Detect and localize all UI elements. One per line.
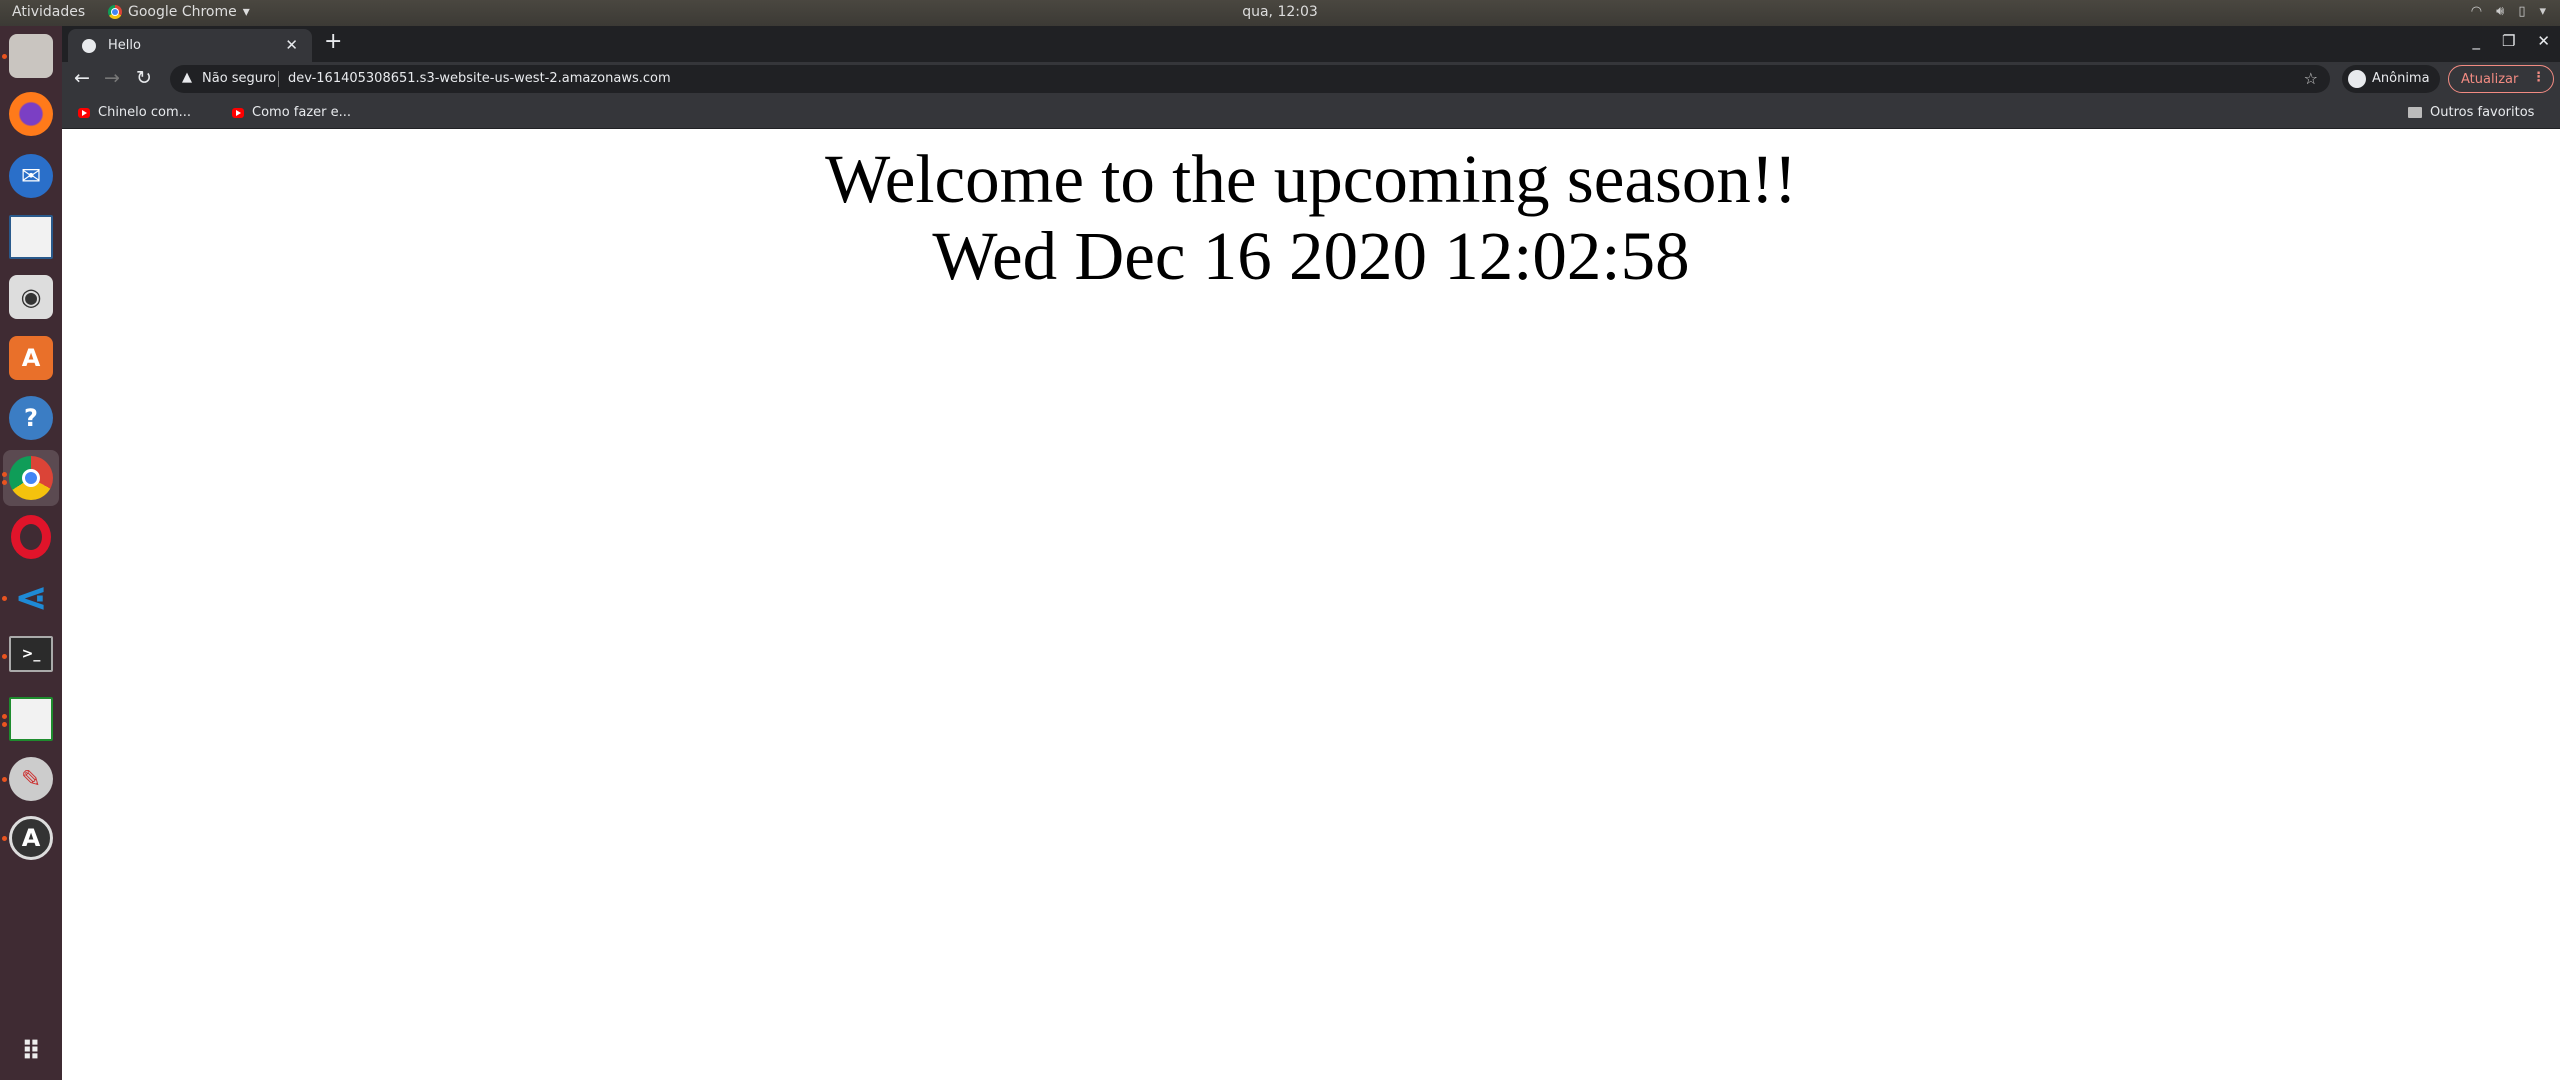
forward-icon[interactable]: → <box>104 67 120 89</box>
bookmark-label: Chinelo com... <box>98 105 192 120</box>
running-indicator <box>2 596 7 601</box>
tab-title: Hello <box>108 38 141 53</box>
bookmark-label: Como fazer e... <box>252 105 352 120</box>
chrome-icon <box>9 456 53 500</box>
system-tray[interactable]: ◠ 🔊︎ ▯ ▾ <box>2471 4 2546 19</box>
clock[interactable]: qua, 12:03 <box>1242 4 1318 20</box>
close-window-icon[interactable]: ✕ <box>2537 32 2550 50</box>
youtube-icon <box>232 107 244 118</box>
dock: ✉ ◉ A ? ⋖ >_ ✎ A ⠿ <box>0 26 62 1080</box>
bookmarks-bar: Chinelo com... Como fazer e... Outros fa… <box>62 96 2560 129</box>
globe-icon <box>82 39 96 53</box>
toolbar: ← → ↻ ▲ Não seguro dev-161405308651.s3-w… <box>62 62 2560 96</box>
settings-icon[interactable]: ✎ <box>9 757 53 801</box>
app-menu[interactable]: Google Chrome ▾ <box>108 4 250 20</box>
incognito-icon <box>2348 70 2366 88</box>
show-apps-icon[interactable]: ⠿ <box>9 1030 53 1074</box>
youtube-icon <box>78 107 90 118</box>
app-name: Google Chrome <box>128 4 237 20</box>
running-indicator <box>2 777 7 782</box>
chrome-icon <box>108 5 122 19</box>
browser-window: Hello ✕ + _ ❐ ✕ ← → ↻ ▲ Não seguro dev-161… <box>62 26 2560 129</box>
files-icon[interactable] <box>9 34 53 78</box>
warning-icon: ▲ <box>182 70 192 85</box>
help-icon[interactable]: ? <box>9 396 53 440</box>
bookmark-item[interactable]: Chinelo com... <box>78 105 191 120</box>
impress-icon[interactable] <box>9 215 53 259</box>
thunderbird-icon[interactable]: ✉ <box>9 154 53 198</box>
terminal-icon[interactable]: >_ <box>9 636 53 672</box>
battery-icon: ▯ <box>2518 4 2526 19</box>
update-label: Atualizar <box>2461 72 2519 87</box>
profile-label: Anônima <box>2372 71 2430 86</box>
address-bar[interactable]: ▲ Não seguro dev-161405308651.s3-website… <box>170 65 2330 93</box>
security-status[interactable]: Não seguro <box>202 71 276 86</box>
software-updater-icon[interactable]: A <box>9 816 53 860</box>
running-indicator <box>2 836 7 841</box>
date-text: Wed Dec 16 2020 12:02:58 <box>932 218 1690 294</box>
running-indicator <box>2 654 7 659</box>
update-button[interactable]: Atualizar ⋮ <box>2448 65 2554 93</box>
calc-icon[interactable] <box>9 697 53 741</box>
minimize-icon[interactable]: _ <box>2472 32 2480 50</box>
rhythmbox-icon[interactable]: ◉ <box>9 275 53 319</box>
system-top-bar: Atividades Google Chrome ▾ qua, 12:03 ◠ 🔊︎… <box>0 0 2560 26</box>
running-indicator <box>2 714 7 719</box>
page-content: Welcome to the upcoming season!! Wed Dec… <box>62 129 2560 1080</box>
other-bookmarks[interactable]: Outros favoritos <box>2408 105 2534 120</box>
folder-icon <box>2408 107 2422 118</box>
firefox-icon[interactable] <box>9 92 53 136</box>
running-indicator <box>2 722 7 727</box>
close-tab-icon[interactable]: ✕ <box>285 36 298 54</box>
volume-icon: 🔊︎ <box>2496 4 2505 19</box>
reload-icon[interactable]: ↻ <box>136 67 152 89</box>
running-indicator <box>2 480 7 485</box>
back-icon[interactable]: ← <box>74 67 90 89</box>
divider <box>278 71 279 87</box>
activities-button[interactable]: Atividades <box>12 4 85 20</box>
caret-down-icon: ▾ <box>242 4 250 20</box>
running-indicator <box>2 54 7 59</box>
menu-dots-icon: ⋮ <box>2532 70 2545 85</box>
other-bookmarks-label: Outros favoritos <box>2430 105 2535 120</box>
tab-hello[interactable]: Hello ✕ <box>68 29 312 63</box>
running-indicator <box>2 472 7 477</box>
restore-icon[interactable]: ❐ <box>2502 32 2515 50</box>
opera-icon[interactable] <box>11 515 51 559</box>
welcome-heading: Welcome to the upcoming season!! <box>825 141 1797 217</box>
bookmark-star-icon[interactable]: ☆ <box>2304 69 2318 88</box>
caret-down-icon: ▾ <box>2539 4 2546 19</box>
chrome-dock-item[interactable] <box>3 450 59 506</box>
bookmark-item[interactable]: Como fazer e... <box>232 105 351 120</box>
software-center-icon[interactable]: A <box>9 336 53 380</box>
new-tab-button[interactable]: + <box>324 29 342 54</box>
wifi-icon: ◠ <box>2470 4 2483 19</box>
url-text[interactable]: dev-161405308651.s3-website-us-west-2.am… <box>288 71 671 86</box>
incognito-profile-button[interactable]: Anônima <box>2342 65 2440 93</box>
vscode-icon[interactable]: ⋖ <box>9 575 53 621</box>
window-controls: _ ❐ ✕ <box>2472 32 2550 50</box>
